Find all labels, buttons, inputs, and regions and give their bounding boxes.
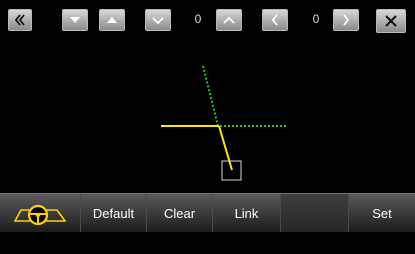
adjust-point-handle[interactable] — [221, 160, 242, 181]
set-button[interactable]: Set — [348, 194, 415, 232]
back-double-chevron-icon — [14, 14, 25, 26]
steering-mode-button[interactable] — [0, 194, 80, 232]
chevron-left-icon — [271, 14, 278, 26]
arrow-up-icon — [107, 17, 117, 23]
decrease-right-button[interactable] — [262, 9, 288, 31]
link-button[interactable]: Link — [212, 194, 280, 232]
default-button[interactable]: Default — [80, 194, 146, 232]
decrease-left-button[interactable] — [145, 9, 171, 31]
close-button[interactable] — [376, 9, 406, 33]
dotted-guide-vertical — [202, 65, 219, 127]
increase-left-button[interactable] — [216, 9, 242, 31]
empty-slot — [280, 194, 348, 232]
yellow-guide-diagonal — [218, 125, 233, 171]
move-up-button[interactable] — [99, 9, 125, 31]
clear-button[interactable]: Clear — [146, 194, 212, 232]
move-down-button[interactable] — [62, 9, 88, 31]
guide-line-canvas[interactable] — [0, 40, 415, 192]
close-icon — [385, 15, 397, 27]
chevron-down-icon — [152, 17, 164, 25]
back-button[interactable] — [8, 9, 32, 31]
top-toolbar: 0 0 — [0, 0, 415, 40]
right-counter-value: 0 — [312, 12, 320, 26]
bottom-bar: Default Clear Link Set — [0, 193, 415, 232]
chevron-up-icon — [223, 16, 235, 24]
increase-right-button[interactable] — [333, 9, 359, 31]
steering-wheel-car-icon — [13, 204, 67, 225]
left-counter-value: 0 — [194, 12, 202, 26]
arrow-down-icon — [70, 17, 80, 23]
chevron-right-icon — [343, 14, 350, 26]
